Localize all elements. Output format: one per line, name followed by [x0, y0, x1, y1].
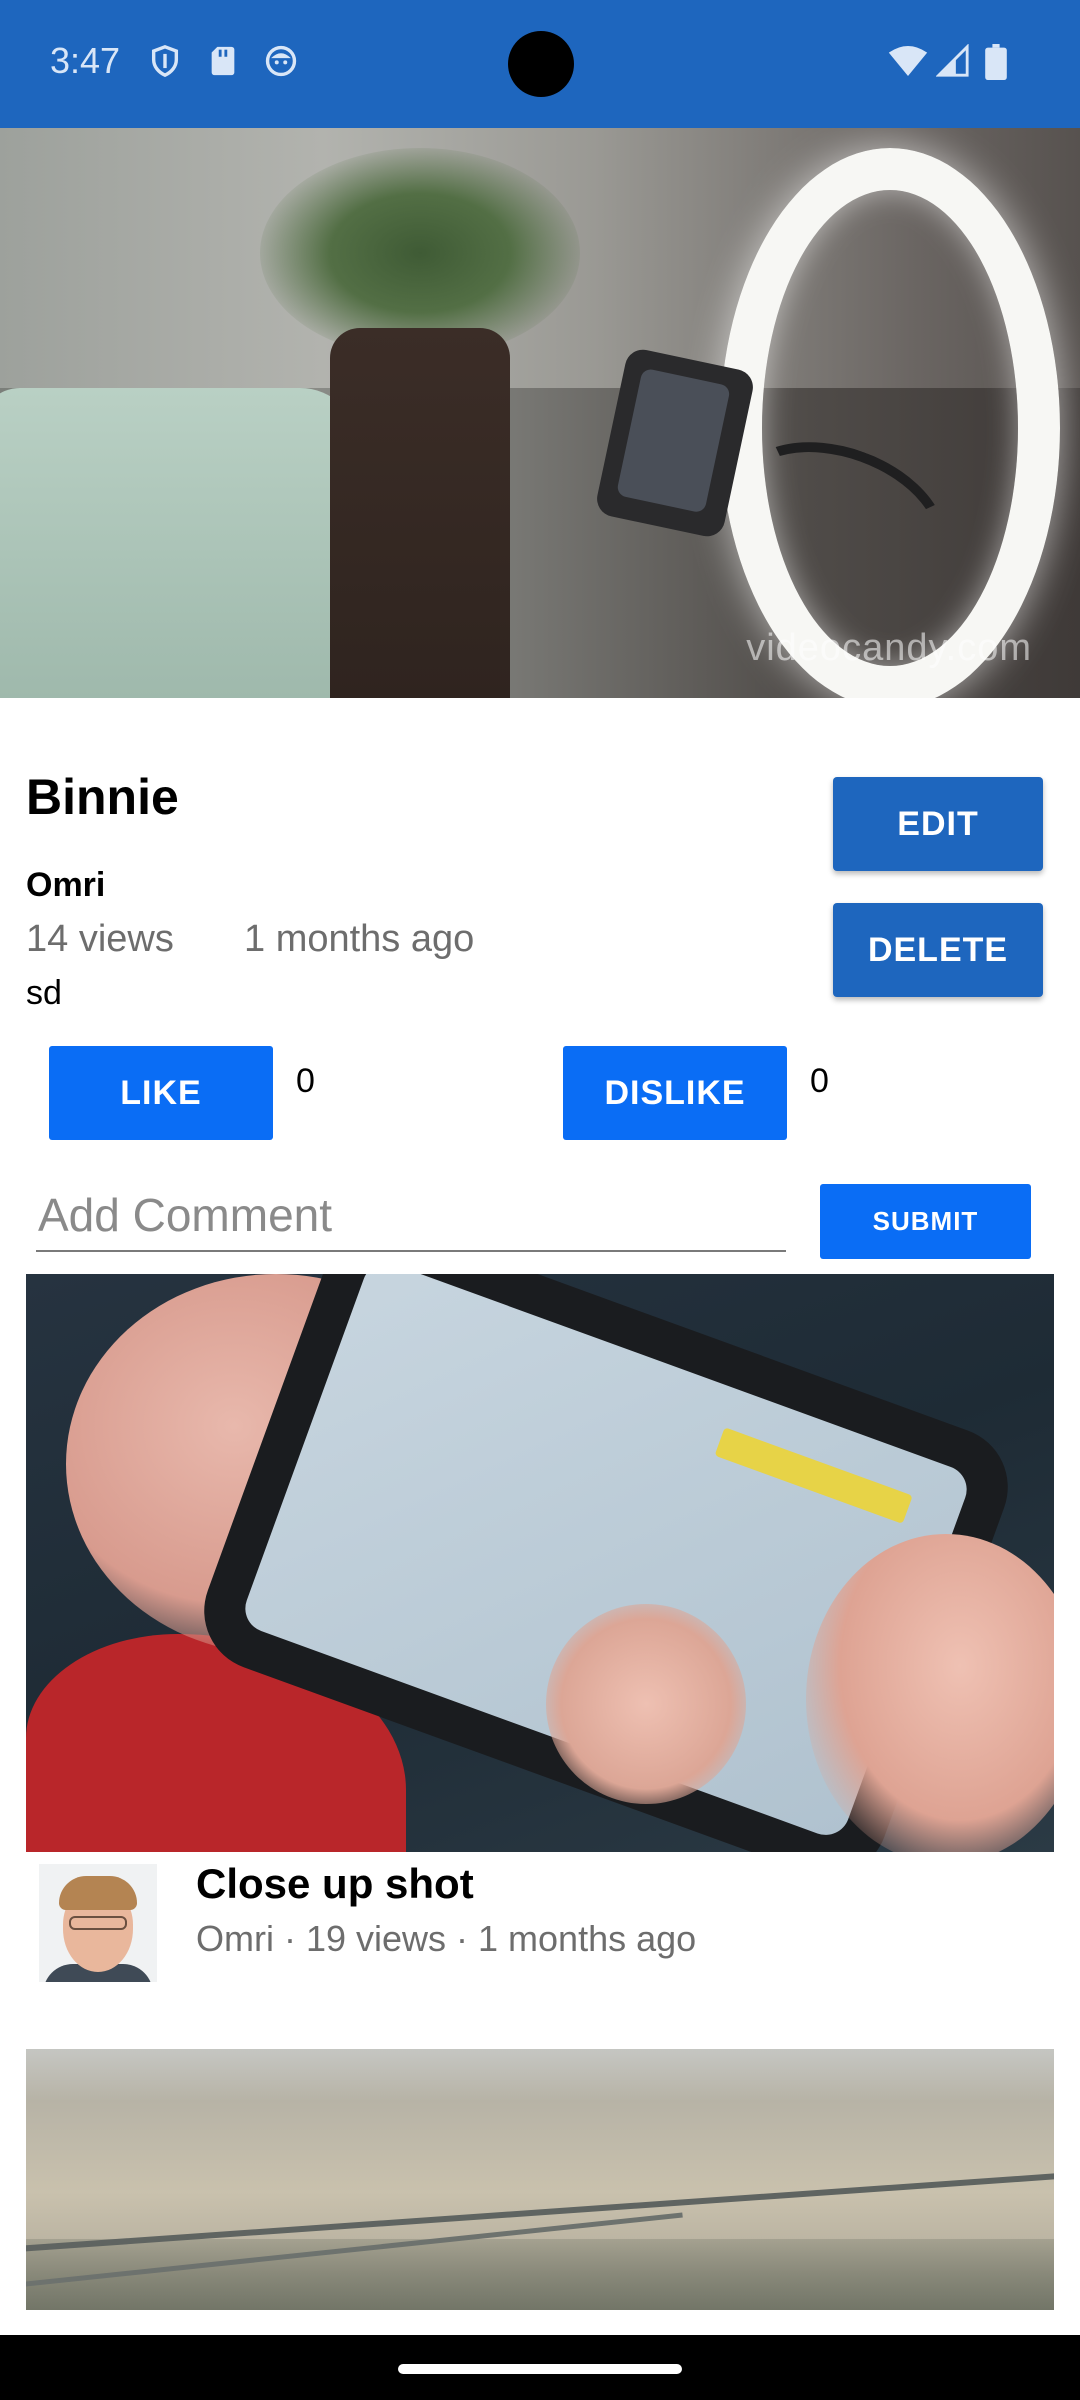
delete-button[interactable]: DELETE [833, 903, 1043, 997]
battery-icon [984, 44, 1008, 80]
hero-stool [330, 328, 510, 698]
camera-cutout [508, 31, 574, 97]
submit-comment-button[interactable]: SUBMIT [820, 1184, 1031, 1259]
avatar-hair [59, 1876, 137, 1910]
status-time: 3:47 [50, 40, 121, 81]
video-description: sd [26, 974, 62, 1012]
wifi-icon [888, 44, 928, 78]
thumb-finger [546, 1604, 746, 1804]
suggested-video-thumbnail[interactable] [26, 2049, 1054, 2310]
thumb-screen-banner [714, 1427, 913, 1524]
video-views: 14 views [26, 918, 174, 960]
suggested-video-thumbnail[interactable] [26, 1274, 1054, 1852]
status-bar: 3:47 [0, 0, 1080, 128]
edit-button[interactable]: EDIT [833, 777, 1043, 871]
suggested-video-title[interactable]: Close up shot [196, 1860, 474, 1908]
hero-ring-light [720, 148, 1060, 698]
avatar-glasses [69, 1916, 127, 1930]
like-count: 0 [296, 1062, 315, 1100]
hero-plant [260, 148, 580, 358]
video-author: Omri [26, 866, 106, 904]
hero-sofa [0, 388, 360, 698]
home-indicator[interactable] [398, 2364, 682, 2374]
video-player[interactable]: videocandy.com [0, 128, 1080, 698]
dislike-count: 0 [810, 1062, 829, 1100]
shield-icon [148, 44, 182, 78]
avatar[interactable] [39, 1864, 157, 1982]
cell-signal-icon [935, 43, 970, 78]
dislike-button[interactable]: DISLIKE [563, 1046, 787, 1140]
suggested-video-meta: Omri · 19 views · 1 months ago [196, 1918, 697, 1959]
video-age: 1 months ago [244, 918, 475, 960]
sd-card-icon [206, 44, 240, 78]
comment-input[interactable] [36, 1180, 786, 1252]
video-watermark: videocandy.com [746, 627, 1032, 669]
like-button[interactable]: LIKE [49, 1046, 273, 1140]
video-title: Binnie [26, 769, 179, 825]
face-icon [264, 44, 298, 78]
